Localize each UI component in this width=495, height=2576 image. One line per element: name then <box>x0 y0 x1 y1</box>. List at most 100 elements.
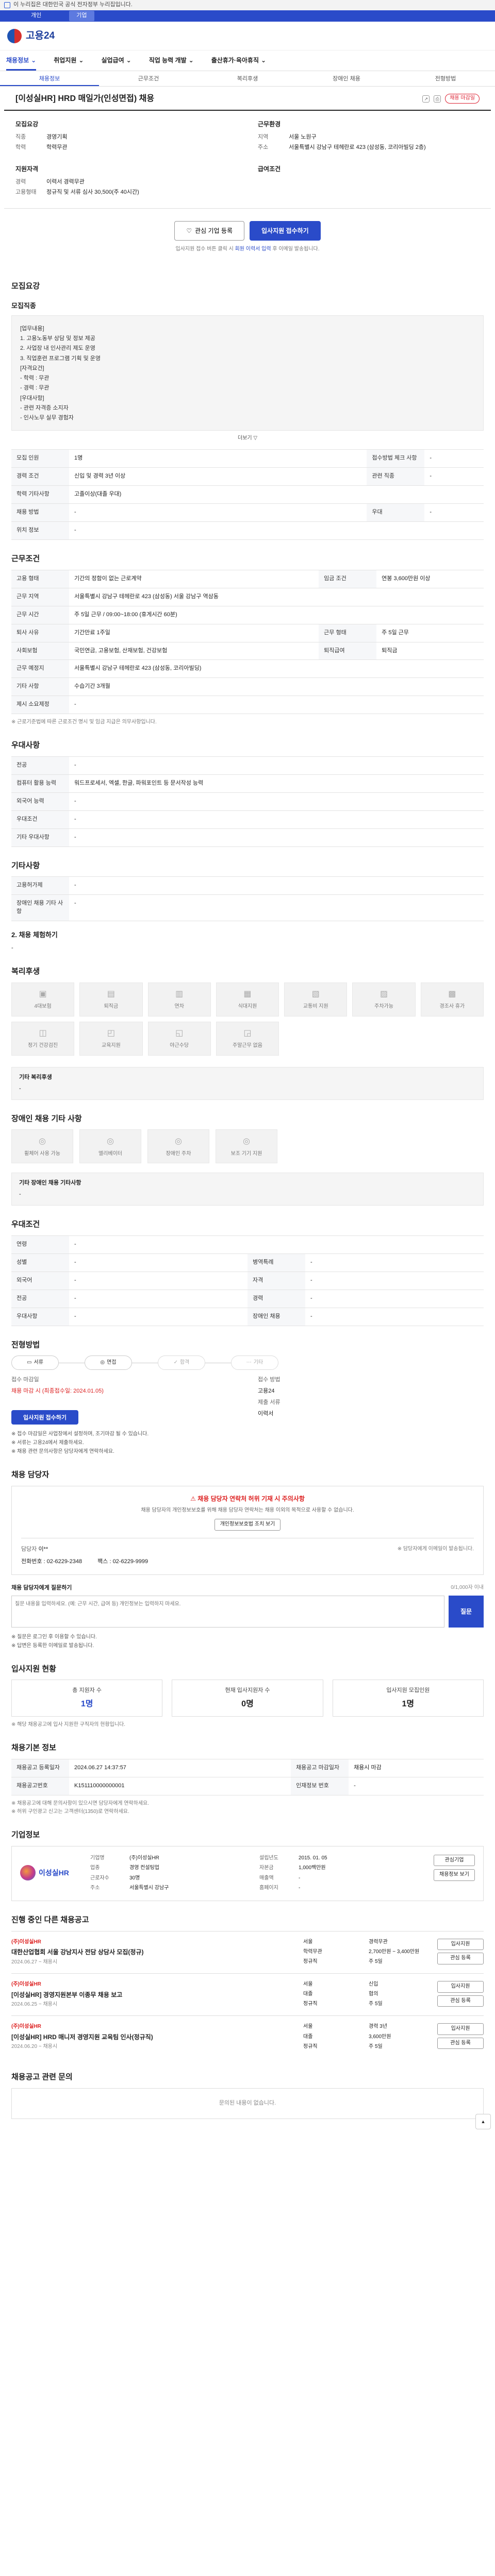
job-title-link[interactable]: [이성실HR] HRD 매니저 경영지원 교육팀 인사(정규직) <box>11 2033 298 2042</box>
nav-item-jobs[interactable]: 채용정보 ⌄ <box>6 56 37 71</box>
table-row: 제시 소요제정 - <box>11 696 484 715</box>
tab-company[interactable]: 기업 <box>69 11 94 21</box>
nav-label: 출산휴가·육아휴직 <box>211 56 259 64</box>
nav-item-benefit[interactable]: 실업급여 ⌄ <box>101 56 131 65</box>
nav-item-training[interactable]: 직업 능력 개발 ⌄ <box>149 56 194 65</box>
section-title: 기업정보 <box>11 1831 40 1840</box>
scroll-top-button[interactable]: ▲ <box>475 2113 491 2129</box>
tile-label: 식대지원 <box>238 1004 257 1010</box>
tab-conditions[interactable]: 근무조건 <box>99 71 198 86</box>
contact-person: 담당자 이** <box>21 1546 48 1554</box>
other-job-item: (주)이성실HR [이성실HR] 경영지원본부 이종무 채용 보고 2024.06.… <box>11 1973 484 2015</box>
tab-recruit[interactable]: 채용정보 <box>0 71 99 86</box>
job-actions: 입사지원관심 등록 <box>437 2023 484 2050</box>
company-value: 2015. 01. 05 <box>299 1855 327 1861</box>
section-title: 채용 담당자 <box>11 1470 50 1480</box>
process-apply-button[interactable]: 입사지원 접수하기 <box>11 1410 79 1425</box>
process-note: ※ 접수 마감일은 사업장에서 설정하며, 조기마감 될 수 있습니다. <box>11 1431 149 1437</box>
job-interest-button[interactable]: 관심 등록 <box>437 2037 484 2049</box>
job-title-link[interactable]: 대한산업협회 서울 강남지사 전담 상담사 모집(정규) <box>11 1948 298 1957</box>
company-jobs-button[interactable]: 채용정보 보기 <box>434 1869 475 1881</box>
tab-disabled[interactable]: 장애인 채용 <box>297 71 396 86</box>
row-label: 근무 지역 <box>11 587 69 606</box>
job-apply-button[interactable]: 입사지원 <box>437 1981 484 1993</box>
table-row: 채용공고 등록일자 2024.06.27 14:37:57 채용공고 마감일자 채용시… <box>11 1759 484 1778</box>
logo-icon[interactable] <box>7 28 22 43</box>
section-title: 우대조건 <box>11 1220 40 1229</box>
meta-item: 주 5일 <box>369 1958 383 1964</box>
nav-item-leave[interactable]: 출산휴가·육아휴직 ⌄ <box>211 56 266 65</box>
stat-label: 현재 입사지원자 수 <box>225 1687 270 1693</box>
row-label <box>319 677 377 697</box>
row-value: - <box>424 503 484 522</box>
box-body: - <box>19 1191 21 1198</box>
row-label <box>367 521 425 540</box>
stat-box: 총 지원자 수 1명 <box>11 1680 163 1717</box>
subsection-title: 모집직종 <box>11 301 36 310</box>
row-label: 자격 <box>248 1271 305 1290</box>
interest-button[interactable]: ♡ 관심 기업 등록 <box>174 221 245 241</box>
preference-table: 전공 - 컴퓨터 활용 능력 워드프로세서, 엑셀, 한글, 파워포인트 등 문서작성… <box>11 756 484 847</box>
print-icon[interactable]: ⎙ <box>434 95 441 103</box>
company-interest-button[interactable]: 관심기업 <box>434 1854 475 1867</box>
more-button[interactable]: 더보기 ▽ <box>11 435 484 443</box>
table-row: 외국어 - 자격 - <box>11 1271 484 1290</box>
dots-icon: ⋯ <box>246 1360 252 1366</box>
row-label: 접수방법 체크 사항 <box>367 449 425 468</box>
welfare-icon: ▧ <box>311 989 320 998</box>
question-send-button[interactable]: 질문 <box>449 1595 484 1628</box>
welfare-tile: ▥ 연차 <box>147 982 211 1016</box>
job-apply-button[interactable]: 입사지원 <box>437 1938 484 1951</box>
site-header: 고용24 <box>0 22 495 50</box>
job-line: - 학력 : 무관 <box>20 375 50 382</box>
site-logo-text[interactable]: 고용24 <box>26 29 55 43</box>
section-tabs: 채용정보 근무조건 복리후생 장애인 채용 전형방법 <box>0 71 495 87</box>
nav-item-support[interactable]: 취업지원 ⌄ <box>54 56 84 65</box>
share-icon[interactable]: ↗ <box>422 95 430 103</box>
row-label: 기타 사항 <box>11 677 69 697</box>
apply-button[interactable]: 입사지원 접수하기 <box>250 221 321 241</box>
job-title-link[interactable]: [이성실HR] 경영지원본부 이종무 채용 보고 <box>11 1991 298 1999</box>
table-row: 우대사항 - 장애인 채용 - <box>11 1307 484 1326</box>
section-title: 복리후생 <box>11 967 40 976</box>
tab-individual[interactable]: 개인 <box>24 11 48 21</box>
summary-value: 서울특별시 강남구 테헤란로 423 (삼성동, 코리아빌딩 2층) <box>289 144 426 150</box>
tab-process[interactable]: 전형방법 <box>396 71 495 86</box>
table-row: 장애인 채용 기타 사항 - <box>11 894 484 922</box>
mail-note: ※ 담당자에게 이메일이 발송됩니다. <box>397 1546 474 1552</box>
job-interest-button[interactable]: 관심 등록 <box>437 1995 484 2007</box>
privacy-button[interactable]: 개인정보보호법 조치 보기 <box>214 1519 281 1531</box>
info-label <box>11 1399 237 1407</box>
table-row: 연령 - <box>11 1235 484 1254</box>
job-apply-button[interactable]: 입사지원 <box>437 2023 484 2035</box>
tile-label: 휠체어 사용 가능 <box>24 1150 60 1157</box>
main-nav: 채용정보 ⌄ 취업지원 ⌄ 실업급여 ⌄ 직업 능력 개발 ⌄ 출산휴가·육아휴직 ⌄ <box>0 50 495 71</box>
chevron-down-icon: ⌄ <box>261 56 267 64</box>
welfare-icon: ◲ <box>243 1028 252 1038</box>
row-value: - <box>424 467 484 486</box>
section-title: 기타사항 <box>11 861 40 870</box>
question-label: 채용 담당자에게 질문하기 <box>11 1584 72 1591</box>
accessibility-icon: ◎ <box>107 1137 114 1146</box>
welfare-etc-box: 기타 복리후생 - <box>11 1066 484 1100</box>
job-title-bar: [이성실HR] HRD 매일가(인성면접) 채용 ↗ ⎙ 채용 마감일 <box>4 87 491 111</box>
question-note: ※ 답변은 등록한 이메일로 발송됩니다. <box>11 1642 94 1649</box>
tab-welfare[interactable]: 복리후생 <box>198 71 297 86</box>
row-value: 국민연금, 고용보험, 산재보험, 건강보험 <box>69 641 319 660</box>
summary-row: 지역 서울 노원구 <box>258 133 480 142</box>
meta-item: 신입 <box>369 1981 378 1987</box>
warning-title: ⚠ 채용 담당자 연락처 허위 기재 시 주의사항 <box>21 1495 474 1503</box>
question-input[interactable] <box>11 1595 444 1628</box>
row-label: 전공 <box>11 1289 69 1308</box>
nav-label: 취업지원 <box>54 56 77 64</box>
welfare-icon: ▨ <box>380 989 388 998</box>
etc-table: 고용허가제 - 장애인 채용 기타 사항 - <box>11 876 484 922</box>
meta-item: 서울 <box>303 1939 313 1945</box>
job-interest-button[interactable]: 관심 등록 <box>437 1953 484 1964</box>
disabled-etc-box: 기타 장애인 채용 기타사항 - <box>11 1173 484 1206</box>
row-label <box>367 485 425 504</box>
row-label: 병역특례 <box>248 1253 305 1272</box>
question-area: 채용 담당자에게 질문하기 0/1,000자 이내 질문 ※ 질문은 로그인 후… <box>11 1584 484 1650</box>
row-value: - <box>305 1307 484 1326</box>
tile-label: 연차 <box>174 1004 184 1010</box>
